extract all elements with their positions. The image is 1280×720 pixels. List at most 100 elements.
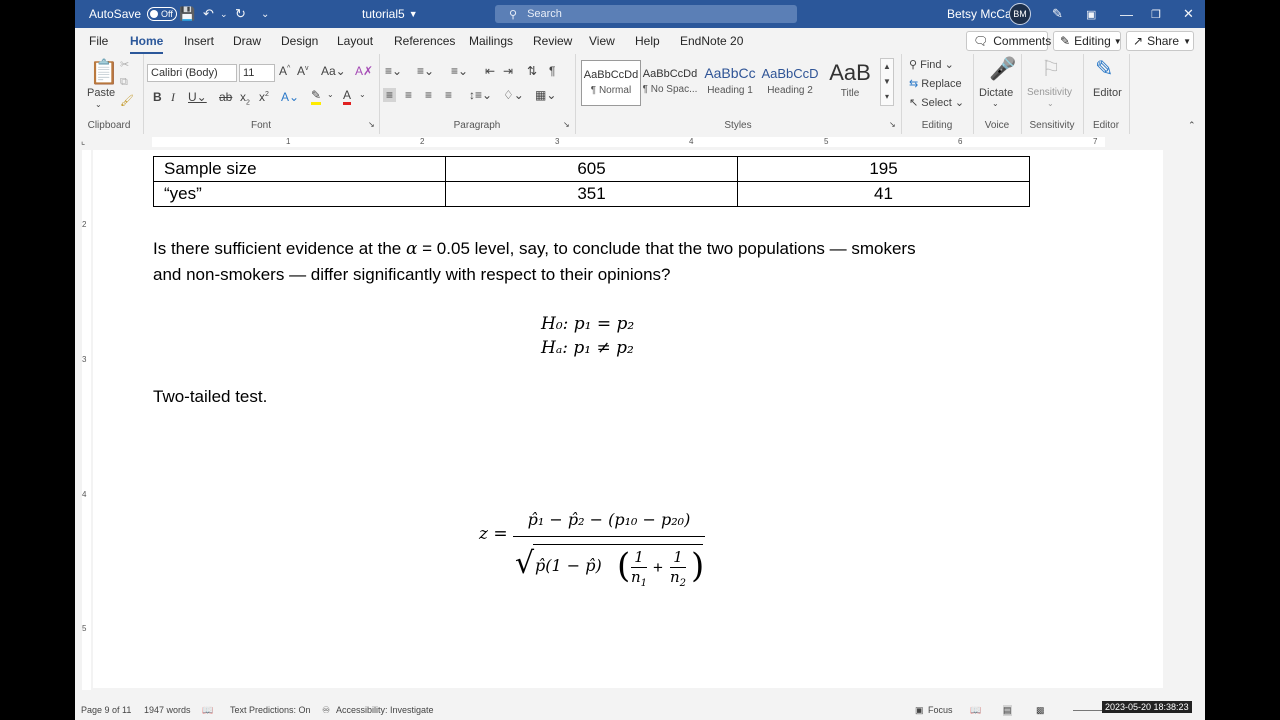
cut-icon[interactable]: ✂ xyxy=(120,58,129,71)
font-color-icon[interactable]: A xyxy=(343,88,352,105)
table-cell[interactable]: 41 xyxy=(737,181,1030,207)
dictate-label[interactable]: Dictate xyxy=(979,87,1013,99)
chevron-down-icon[interactable]: ⌄ xyxy=(327,90,334,99)
tab-layout[interactable]: Layout xyxy=(337,34,373,48)
question-paragraph[interactable]: Is there sufficient evidence at the α = … xyxy=(153,236,1033,287)
text-predictions-status[interactable]: Text Predictions: On xyxy=(230,705,311,715)
comments-button[interactable]: 🗨 Comments xyxy=(966,31,1051,51)
ribbon-display-icon[interactable]: ▣ xyxy=(1086,0,1096,28)
tab-home[interactable]: Home xyxy=(130,34,164,54)
style-normal[interactable]: AaBbCcDd ¶ Normal xyxy=(581,60,641,106)
find-button[interactable]: ⚲ Find ⌄ xyxy=(909,58,954,71)
replace-button[interactable]: ⇆ Replace xyxy=(909,77,962,90)
table-cell[interactable]: Sample size xyxy=(153,156,446,182)
shading-icon[interactable]: ♢⌄ xyxy=(503,88,524,102)
tab-design[interactable]: Design xyxy=(281,34,318,48)
show-marks-icon[interactable]: ¶ xyxy=(549,64,555,78)
web-layout-icon[interactable]: ▩ xyxy=(1036,705,1045,716)
clear-formatting-icon[interactable]: A✗ xyxy=(355,64,373,78)
tab-file[interactable]: File xyxy=(89,34,108,48)
focus-label[interactable]: Focus xyxy=(928,705,953,715)
multilevel-list-icon[interactable]: ≡⌄ xyxy=(451,64,468,78)
underline-icon[interactable]: U⌄ xyxy=(188,90,207,104)
tab-mailings[interactable]: Mailings xyxy=(469,34,513,48)
style-heading-2[interactable]: AaBbCcD Heading 2 xyxy=(761,60,819,104)
superscript-icon[interactable]: x2 xyxy=(259,90,269,104)
highlight-icon[interactable]: ✎ xyxy=(311,88,322,105)
editing-mode-button[interactable]: ✎ Editing ▼ xyxy=(1053,31,1122,51)
undo-icon[interactable]: ↶ xyxy=(203,0,214,28)
autosave-toggle[interactable]: Off xyxy=(147,7,178,21)
decrease-indent-icon[interactable]: ⇤ xyxy=(485,64,495,78)
grow-font-icon[interactable]: A^ xyxy=(279,64,290,78)
tab-references[interactable]: References xyxy=(394,34,455,48)
avatar[interactable]: BM xyxy=(1009,3,1031,25)
align-right-icon[interactable]: ≡ xyxy=(425,88,432,102)
tab-insert[interactable]: Insert xyxy=(184,34,214,48)
dialog-launcher-icon[interactable]: ↘ xyxy=(368,120,375,129)
align-center-icon[interactable]: ≡ xyxy=(405,88,412,102)
font-size-dropdown[interactable]: 11 xyxy=(239,64,275,82)
tab-view[interactable]: View xyxy=(589,34,615,48)
font-name-dropdown[interactable]: Calibri (Body) xyxy=(147,64,237,82)
numbering-icon[interactable]: ≡⌄ xyxy=(417,64,434,78)
z-statistic-equation[interactable]: z = p̂₁ − p̂₂ − (p₁₀ − p₂₀) √ p̂(1 − p̂)… xyxy=(479,506,729,592)
read-mode-icon[interactable]: 📖 xyxy=(970,705,981,716)
style-title[interactable]: AaB Title xyxy=(821,60,879,104)
proofing-icon[interactable]: 📖 xyxy=(202,705,213,716)
change-case-icon[interactable]: Aa⌄ xyxy=(321,64,346,78)
redo-icon[interactable]: ↻ xyxy=(235,0,246,28)
test-type-paragraph[interactable]: Two-tailed test. xyxy=(153,384,267,409)
tab-help[interactable]: Help xyxy=(635,34,660,48)
justify-icon[interactable]: ≡ xyxy=(445,88,452,102)
chevron-down-icon[interactable]: ⌄ xyxy=(359,90,366,99)
word-count[interactable]: 1947 words xyxy=(144,705,191,715)
chevron-down-icon[interactable]: ⌄ xyxy=(992,99,999,108)
tab-stop-icon[interactable]: ⌞ xyxy=(81,136,85,147)
minimize-icon[interactable]: — xyxy=(1120,0,1133,28)
bullets-icon[interactable]: ≡⌄ xyxy=(385,64,402,78)
editor-label[interactable]: Editor xyxy=(1093,87,1122,99)
accessibility-icon[interactable]: ♾ xyxy=(322,705,330,716)
accessibility-status[interactable]: Accessibility: Investigate xyxy=(336,705,434,715)
select-button[interactable]: ↖ Select ⌄ xyxy=(909,96,964,109)
tab-endnote[interactable]: EndNote 20 xyxy=(680,34,743,48)
print-layout-icon[interactable]: ▤ xyxy=(1003,705,1012,716)
format-painter-icon[interactable]: 🖌 xyxy=(120,94,134,107)
dialog-launcher-icon[interactable]: ↘ xyxy=(563,120,570,129)
page-count[interactable]: Page 9 of 11 xyxy=(81,705,131,715)
copy-icon[interactable]: ⧉ xyxy=(120,76,128,89)
line-spacing-icon[interactable]: ↕≡⌄ xyxy=(469,88,492,102)
share-button[interactable]: ↗ Share ▼ xyxy=(1126,31,1194,51)
borders-icon[interactable]: ▦⌄ xyxy=(535,88,556,102)
dialog-launcher-icon[interactable]: ↘ xyxy=(889,120,896,129)
microphone-icon[interactable]: 🎤 xyxy=(989,56,1016,82)
document-title[interactable]: tutorial5 ▼ xyxy=(362,0,418,28)
italic-icon[interactable]: I xyxy=(171,90,175,105)
user-name[interactable]: Betsy McCall xyxy=(947,0,1017,28)
sort-icon[interactable]: ⇅ xyxy=(527,64,537,78)
restore-icon[interactable]: ❐ xyxy=(1151,0,1161,28)
search-box[interactable]: ⚲ Search xyxy=(495,5,797,23)
save-icon[interactable]: 💾 xyxy=(179,0,195,28)
pen-icon[interactable]: ✎ xyxy=(1052,0,1063,28)
style-heading-1[interactable]: AaBbCc Heading 1 xyxy=(701,60,759,104)
strikethrough-icon[interactable]: ab xyxy=(219,90,232,104)
horizontal-ruler[interactable]: ⌞ 1 2 3 4 5 6 7 xyxy=(75,134,1205,150)
document-page[interactable]: Sample size 605 195 “yes” 351 41 Is ther… xyxy=(93,150,1163,688)
collapse-ribbon-icon[interactable]: ⌃ xyxy=(1188,120,1196,131)
chevron-down-icon[interactable]: ⌄ xyxy=(1047,99,1054,108)
table-cell[interactable]: 605 xyxy=(445,156,738,182)
tab-draw[interactable]: Draw xyxy=(233,34,261,48)
styles-scroll-icon[interactable]: ▲ ▼ ▾ xyxy=(880,58,894,106)
close-icon[interactable]: ✕ xyxy=(1183,0,1194,28)
tab-review[interactable]: Review xyxy=(533,34,572,48)
table-cell[interactable]: “yes” xyxy=(153,181,446,207)
hypotheses-equation[interactable]: H₀: p₁ = p₂ Hₐ: p₁ ≠ p₂ xyxy=(541,312,634,360)
sensitivity-label[interactable]: Sensitivity xyxy=(1027,87,1072,98)
style-no-spacing[interactable]: AaBbCcDd ¶ No Spac... xyxy=(641,60,699,104)
sensitivity-icon[interactable]: ⚐ xyxy=(1041,56,1061,82)
subscript-icon[interactable]: x2 xyxy=(240,90,250,106)
paste-icon[interactable]: 📋 xyxy=(89,58,119,87)
shrink-font-icon[interactable]: Av xyxy=(297,64,309,78)
